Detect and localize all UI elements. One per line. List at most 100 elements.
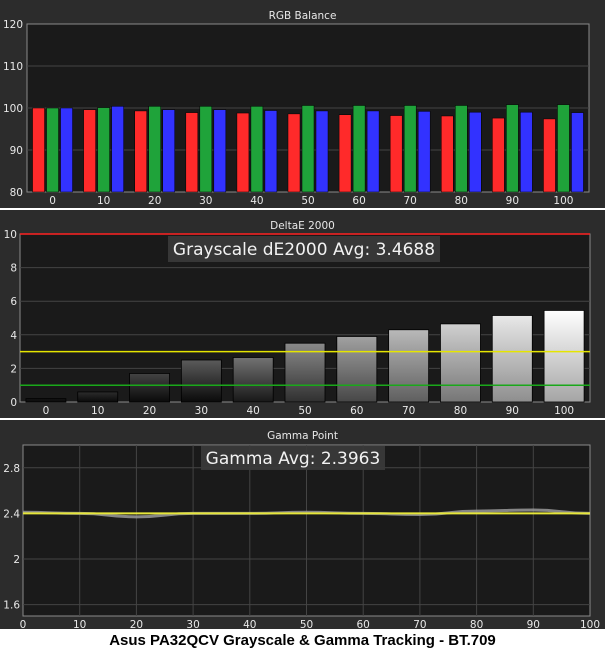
red-bar (32, 107, 45, 193)
y-tick-label: 1.6 (3, 600, 20, 612)
y-tick-label: 0 (10, 397, 17, 409)
y-tick-label: 8 (10, 263, 17, 275)
green-bar (97, 107, 110, 193)
green-bar (250, 106, 264, 193)
red-bar (492, 117, 505, 193)
x-tick-label: 30 (199, 195, 212, 207)
blue-bar (315, 110, 329, 193)
gamma-chart: Gamma Point 2.8 2.4 2 1.60 10 20 30 40 50 60 70 80 90… (0, 420, 605, 629)
red-bar (185, 112, 199, 193)
red-bar (543, 118, 556, 193)
y-tick-label: 10 (4, 229, 17, 241)
green-bar (148, 106, 161, 193)
green-bar (301, 105, 315, 193)
x-tick-label: 70 (403, 195, 416, 207)
x-tick-label: 30 (186, 619, 199, 629)
x-tick-label: 70 (402, 405, 415, 417)
x-tick-label: 30 (195, 405, 208, 417)
deltae-bar (129, 373, 170, 403)
deltae-bar (232, 357, 274, 403)
x-tick-label: 40 (246, 405, 259, 417)
y-tick-label: 2.8 (3, 463, 20, 475)
red-bar (287, 113, 301, 193)
x-tick-label: 90 (506, 405, 519, 417)
x-tick-label: 100 (553, 195, 573, 207)
blue-bar (264, 110, 278, 193)
green-bar (455, 105, 468, 193)
x-tick-label: 20 (148, 195, 161, 207)
x-tick-label: 0 (43, 405, 50, 417)
y-tick-label: 100 (3, 103, 23, 115)
red-bar (441, 115, 454, 193)
deltae-bar (491, 315, 533, 403)
x-tick-label: 0 (49, 195, 56, 207)
x-tick-label: 80 (455, 195, 468, 207)
x-tick-label: 70 (413, 619, 426, 629)
y-tick-label: 110 (3, 61, 23, 73)
x-tick-label: 60 (357, 619, 370, 629)
x-tick-label: 10 (97, 195, 110, 207)
chart-title: RGB Balance (269, 10, 337, 22)
x-tick-label: 60 (352, 195, 365, 207)
red-bar (338, 114, 352, 193)
x-tick-label: 50 (301, 195, 314, 207)
blue-bar (520, 111, 533, 193)
y-tick-label: 80 (10, 187, 23, 199)
x-tick-label: 0 (20, 619, 27, 629)
x-tick-label: 80 (470, 619, 483, 629)
y-tick-label: 90 (10, 145, 23, 157)
chart-title: DeltaE 2000 (270, 220, 335, 232)
x-tick-label: 60 (350, 405, 363, 417)
deltae-bar (25, 398, 67, 403)
gamma-average-label: Gamma Avg: 2.3963 (206, 449, 381, 469)
red-bar (134, 110, 147, 193)
x-tick-label: 90 (506, 195, 519, 207)
green-bar (46, 107, 59, 193)
green-bar (199, 106, 213, 193)
x-tick-label: 90 (527, 619, 540, 629)
x-tick-label: 40 (243, 619, 256, 629)
x-tick-label: 100 (580, 619, 600, 629)
deltae-bar (543, 310, 585, 403)
x-tick-label: 20 (143, 405, 156, 417)
x-tick-label: 50 (298, 405, 311, 417)
deltae-bar (180, 359, 222, 403)
y-tick-label: 120 (3, 19, 23, 31)
page: RGB Balance 120 110 100 90 80 0 10 20 30 40 50 60 70 8… (0, 0, 605, 652)
blue-bar (571, 112, 584, 193)
x-tick-label: 10 (91, 405, 104, 417)
blue-bar (111, 106, 124, 193)
red-bar (236, 112, 250, 193)
deltae-bar (336, 336, 378, 403)
red-bar (389, 115, 403, 193)
deltae-average-label: Grayscale dE2000 Avg: 3.4688 (173, 240, 435, 260)
y-tick-label: 2.4 (3, 508, 20, 520)
y-tick-label: 6 (10, 296, 17, 308)
deltae-chart: DeltaE 200010864200 10 20 30 40 50 60 70 80 90 100… (0, 210, 605, 418)
chart-title: Gamma Point (267, 430, 338, 442)
blue-bar (162, 109, 175, 193)
green-bar (506, 104, 519, 193)
blue-bar (213, 109, 227, 193)
x-tick-label: 50 (300, 619, 313, 629)
y-tick-label: 2 (10, 363, 17, 375)
x-tick-label: 40 (250, 195, 263, 207)
y-tick-label: 4 (10, 330, 17, 342)
deltae-bar (440, 323, 481, 403)
blue-bar (417, 111, 431, 193)
deltae-bar (388, 329, 430, 403)
y-tick-label: 2 (13, 554, 20, 566)
blue-bar (469, 111, 482, 193)
figure-caption: Asus PA32QCV Grayscale & Gamma Tracking … (109, 632, 496, 649)
blue-bar (366, 110, 380, 193)
deltae-bar (77, 391, 119, 403)
rgb-balance-chart: RGB Balance 120 110 100 90 80 0 10 20 30 40 50 60 70 8… (0, 0, 605, 208)
green-bar (403, 105, 417, 193)
green-bar (557, 104, 570, 193)
x-tick-label: 20 (130, 619, 143, 629)
red-bar (83, 109, 96, 193)
green-bar (352, 105, 366, 193)
x-tick-label: 10 (73, 619, 86, 629)
x-tick-label: 100 (554, 405, 574, 417)
blue-bar (60, 107, 73, 193)
